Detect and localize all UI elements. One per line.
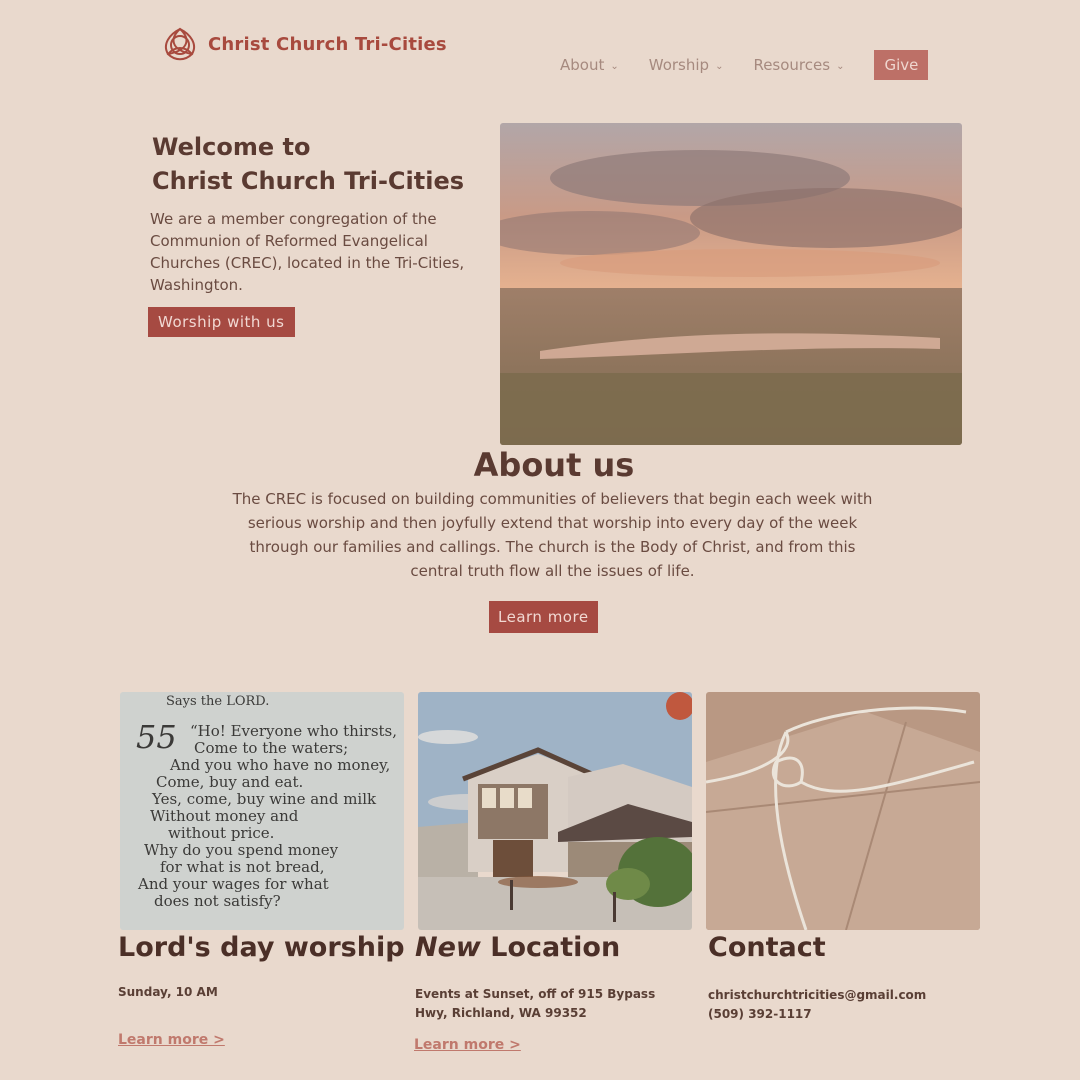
church-building-image — [418, 692, 692, 930]
scripture-line: Come to the waters; — [194, 739, 349, 757]
hero-description: We are a member congregation of the Comm… — [150, 210, 465, 294]
card-location-address: Events at Sunset, off of 915 Bypass Hwy,… — [415, 985, 655, 1023]
scripture-chapter: 55 — [136, 718, 177, 756]
chevron-down-icon: ⌄ — [715, 60, 724, 72]
scripture-line: for what is not bread, — [160, 858, 325, 876]
card-location-title-emphasis: New — [415, 932, 481, 963]
parcel-twine-image — [706, 692, 980, 930]
scripture-text: Says the LORD. 55 “Ho! Everyone who thir… — [120, 692, 404, 930]
chevron-down-icon: ⌄ — [610, 60, 619, 72]
about-description: The CREC is focused on building communit… — [232, 490, 873, 580]
triquetra-icon — [164, 27, 196, 61]
nav-about[interactable]: About ⌄ — [560, 56, 619, 74]
scripture-line: Yes, come, buy wine and milk — [152, 790, 377, 808]
scripture-line: Without money and — [150, 807, 299, 825]
card-worship-learn-more-link[interactable]: Learn more > — [118, 1032, 225, 1048]
scripture-line: without price. — [168, 824, 275, 842]
nav-resources-label: Resources — [753, 56, 831, 74]
hero-title: Welcome to Christ Church Tri-Cities — [152, 130, 464, 198]
hero-title-line2: Christ Church Tri-Cities — [152, 167, 465, 195]
page: Christ Church Tri-Cities About ⌄ Worship… — [0, 0, 1080, 1080]
scripture-line: “Ho! Everyone who thirsts, — [190, 722, 398, 740]
nav-about-label: About — [560, 56, 605, 74]
card-location-title-text: Location — [490, 932, 621, 963]
main-nav: About ⌄ Worship ⌄ Resources ⌄ Give — [560, 50, 929, 80]
card-location-line: Hwy, Richland, WA 99352 — [415, 1006, 587, 1020]
site-logo[interactable]: Christ Church Tri-Cities — [160, 24, 447, 64]
give-button[interactable]: Give — [874, 50, 929, 80]
scripture-line: Why do you spend money — [144, 841, 339, 859]
scripture-line: Come, buy and eat. — [156, 773, 304, 791]
scripture-heading: Says the LORD. — [166, 694, 270, 709]
card-contact-details: christchurchtricities@gmail.com (509) 39… — [708, 986, 926, 1024]
about-learn-more-button[interactable]: Learn more — [489, 601, 598, 633]
card-location-title: New Location — [415, 932, 620, 963]
card-location-learn-more-link[interactable]: Learn more > — [414, 1037, 521, 1053]
worship-with-us-button[interactable]: Worship with us — [148, 307, 295, 337]
nav-worship-label: Worship — [648, 56, 710, 74]
site-name: Christ Church Tri-Cities — [208, 33, 447, 55]
hero-title-line1: Welcome to — [152, 133, 311, 161]
scripture-line: And you who have no money, — [170, 756, 391, 774]
contact-phone-link[interactable]: (509) 392-1117 — [708, 1005, 926, 1024]
card-contact-title: Contact — [708, 932, 826, 963]
contact-email-link[interactable]: christchurchtricities@gmail.com — [708, 986, 926, 1005]
card-worship-time: Sunday, 10 AM — [118, 985, 218, 999]
nav-worship[interactable]: Worship ⌄ — [649, 56, 724, 74]
nav-resources[interactable]: Resources ⌄ — [753, 56, 844, 74]
card-worship-title: Lord's day worship — [118, 932, 405, 963]
landscape-sunset-image — [500, 123, 962, 445]
about-title: About us — [473, 446, 635, 484]
chevron-down-icon: ⌄ — [836, 60, 845, 72]
scripture-line: does not satisfy? — [154, 892, 281, 910]
scripture-image: Says the LORD. 55 “Ho! Everyone who thir… — [120, 692, 404, 930]
scripture-line: And your wages for what — [138, 875, 329, 893]
card-location-line: Events at Sunset, off of 915 Bypass — [415, 987, 656, 1001]
